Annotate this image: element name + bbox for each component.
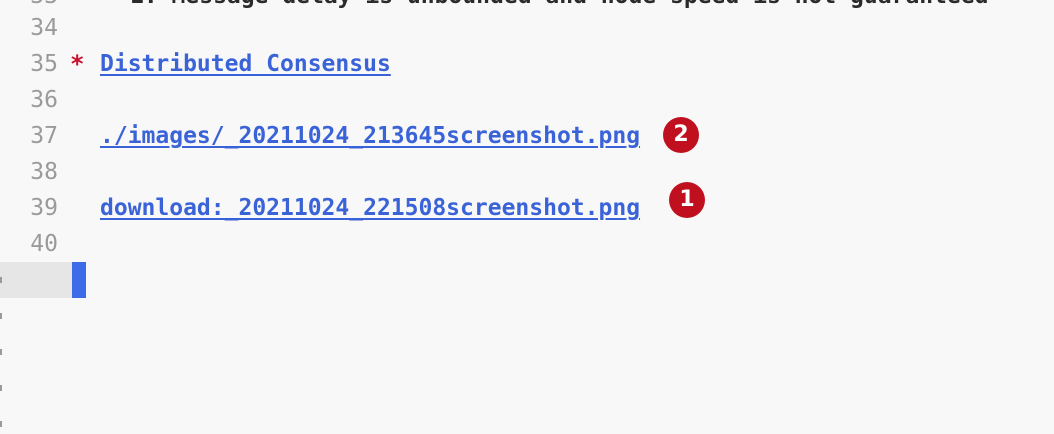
- line-number: 37: [30, 123, 58, 149]
- text-cursor: [72, 262, 86, 298]
- download-link[interactable]: download:_20211024_221508screenshot.png: [100, 195, 640, 221]
- editor-line: 35 * Distributed Consensus: [0, 46, 1054, 82]
- editor-line: 34: [0, 10, 1054, 46]
- download-link-wrapper: download:_20211024_221508screenshot.png: [100, 190, 640, 226]
- editor-line: 39 download:_20211024_221508screenshot.p…: [0, 182, 1054, 226]
- fringe-mark: [0, 421, 2, 427]
- annotation-badge: 2: [663, 117, 699, 153]
- heading-link-wrapper: Distributed Consensus: [100, 46, 391, 82]
- annotation-badge: 1: [669, 182, 705, 218]
- line-number: 34: [30, 15, 58, 41]
- heading-bullet: *: [70, 50, 85, 78]
- fringe-mark: [0, 349, 2, 355]
- line-number: 38: [30, 159, 58, 185]
- image-link[interactable]: ./images/_20211024_213645screenshot.png: [100, 123, 640, 149]
- fringe-mark: [0, 385, 2, 391]
- editor-line: 38: [0, 154, 1054, 190]
- heading-link[interactable]: Distributed Consensus: [100, 51, 391, 77]
- editor-line: 36: [0, 82, 1054, 118]
- editor-buffer[interactable]: 33 1. Message delay is unbounded and nod…: [0, 0, 1054, 434]
- current-line-highlight: [0, 262, 72, 298]
- line-number: 36: [30, 87, 58, 113]
- editor-line: 37 ./images/_20211024_213645screenshot.p…: [0, 117, 1054, 154]
- fringe-mark: [0, 277, 2, 283]
- editor-line: 40: [0, 226, 1054, 262]
- line-number: 39: [30, 195, 58, 221]
- fringe-mark: [0, 313, 2, 319]
- line-number: 40: [30, 231, 58, 257]
- line-number: 35: [30, 51, 58, 77]
- image-link-wrapper: ./images/_20211024_213645screenshot.png: [100, 118, 640, 154]
